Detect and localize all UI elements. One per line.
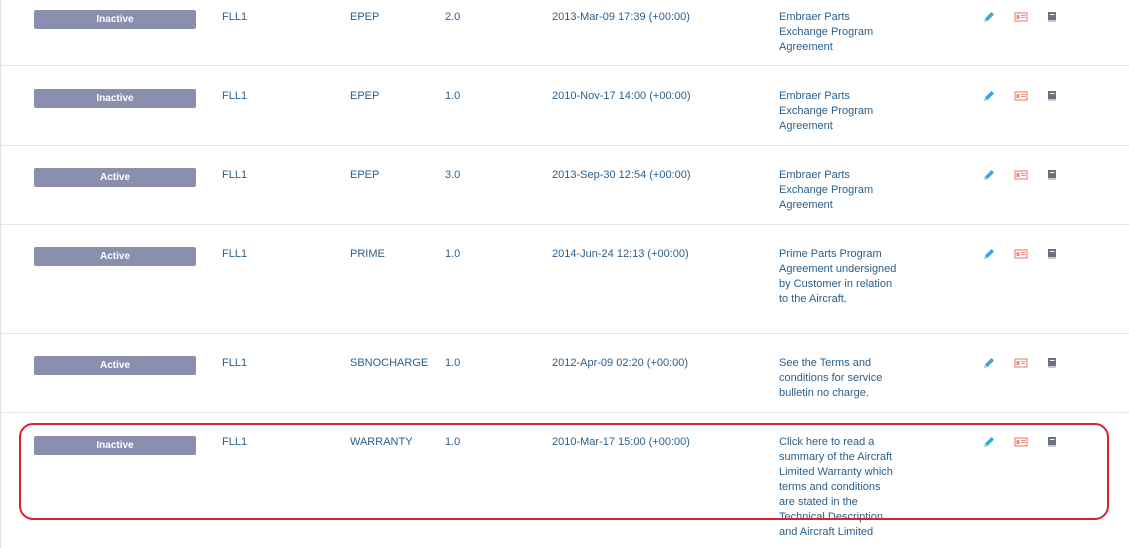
status-badge: Inactive bbox=[34, 89, 196, 108]
code-cell: FLL1 bbox=[222, 357, 248, 369]
id-card-icon[interactable] bbox=[1014, 356, 1028, 370]
table-row: Inactive FLL1 WARRANTY 1.0 2010-Mar-17 1… bbox=[0, 413, 1129, 548]
description-cell: Click here to read a summary of the Airc… bbox=[779, 436, 893, 538]
status-badge: Active bbox=[34, 356, 196, 375]
date-cell: 2012-Apr-09 02:20 (+00:00) bbox=[552, 357, 689, 369]
table-row: Inactive FLL1 EPEP 2.0 2013-Mar-09 17:39… bbox=[0, 0, 1129, 66]
agreements-table: Inactive FLL1 EPEP 2.0 2013-Mar-09 17:39… bbox=[0, 0, 1129, 548]
pencil-icon[interactable] bbox=[982, 89, 996, 103]
status-badge: Active bbox=[34, 247, 196, 266]
version-cell: 2.0 bbox=[445, 11, 461, 23]
code-cell: FLL1 bbox=[222, 90, 248, 102]
table-row: Active FLL1 SBNOCHARGE 1.0 2012-Apr-09 0… bbox=[0, 334, 1129, 413]
date-cell: 2013-Mar-09 17:39 (+00:00) bbox=[552, 11, 690, 23]
table-row: Active FLL1 PRIME 1.0 2014-Jun-24 12:13 … bbox=[0, 225, 1129, 334]
version-cell: 1.0 bbox=[445, 357, 461, 369]
version-cell: 1.0 bbox=[445, 248, 461, 260]
status-badge: Inactive bbox=[34, 10, 196, 29]
program-cell: EPEP bbox=[350, 11, 380, 23]
status-badge: Active bbox=[34, 168, 196, 187]
program-cell: PRIME bbox=[350, 248, 385, 260]
date-cell: 2014-Jun-24 12:13 (+00:00) bbox=[552, 248, 689, 260]
book-icon[interactable] bbox=[1045, 435, 1059, 449]
table-row: Inactive FLL1 EPEP 1.0 2010-Nov-17 14:00… bbox=[0, 66, 1129, 146]
program-cell: EPEP bbox=[350, 169, 380, 181]
book-icon[interactable] bbox=[1045, 89, 1059, 103]
table-row: Active FLL1 EPEP 3.0 2013-Sep-30 12:54 (… bbox=[0, 146, 1129, 225]
description-cell: See the Terms and conditions for service… bbox=[779, 357, 883, 399]
code-cell: FLL1 bbox=[222, 169, 248, 181]
description-cell: Prime Parts Program Agreement undersigne… bbox=[779, 248, 897, 305]
version-cell: 3.0 bbox=[445, 169, 461, 181]
book-icon[interactable] bbox=[1045, 168, 1059, 182]
date-cell: 2010-Nov-17 14:00 (+00:00) bbox=[552, 90, 691, 102]
book-icon[interactable] bbox=[1045, 356, 1059, 370]
id-card-icon[interactable] bbox=[1014, 89, 1028, 103]
description-cell: Embraer Parts Exchange Program Agreement bbox=[779, 90, 874, 132]
pencil-icon[interactable] bbox=[982, 356, 996, 370]
pencil-icon[interactable] bbox=[982, 10, 996, 24]
book-icon[interactable] bbox=[1045, 10, 1059, 24]
id-card-icon[interactable] bbox=[1014, 247, 1028, 261]
pencil-icon[interactable] bbox=[982, 435, 996, 449]
code-cell: FLL1 bbox=[222, 11, 248, 23]
id-card-icon[interactable] bbox=[1014, 168, 1028, 182]
book-icon[interactable] bbox=[1045, 247, 1059, 261]
date-cell: 2013-Sep-30 12:54 (+00:00) bbox=[552, 169, 691, 181]
status-badge: Inactive bbox=[34, 436, 196, 455]
pencil-icon[interactable] bbox=[982, 168, 996, 182]
program-cell: SBNOCHARGE bbox=[350, 357, 429, 369]
program-cell: EPEP bbox=[350, 90, 380, 102]
id-card-icon[interactable] bbox=[1014, 435, 1028, 449]
code-cell: FLL1 bbox=[222, 248, 248, 260]
date-cell: 2010-Mar-17 15:00 (+00:00) bbox=[552, 436, 690, 448]
id-card-icon[interactable] bbox=[1014, 10, 1028, 24]
pencil-icon[interactable] bbox=[982, 247, 996, 261]
version-cell: 1.0 bbox=[445, 436, 461, 448]
description-cell: Embraer Parts Exchange Program Agreement bbox=[779, 169, 874, 211]
version-cell: 1.0 bbox=[445, 90, 461, 102]
code-cell: FLL1 bbox=[222, 436, 248, 448]
program-cell: WARRANTY bbox=[350, 436, 413, 448]
description-cell: Embraer Parts Exchange Program Agreement bbox=[779, 11, 874, 53]
